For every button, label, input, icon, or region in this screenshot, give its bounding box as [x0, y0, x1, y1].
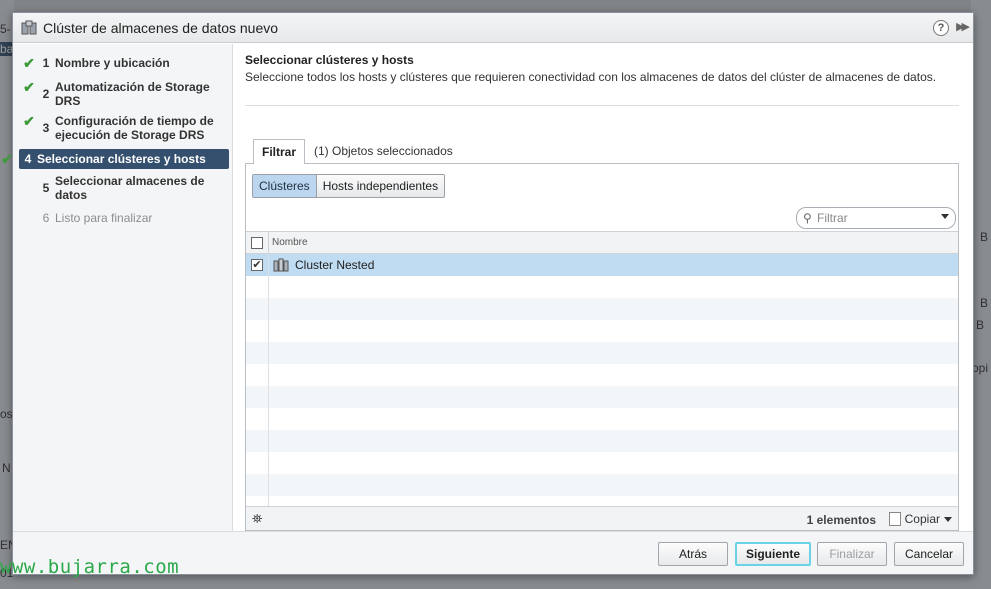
table-row-empty: [246, 276, 958, 298]
wizard-content: Seleccionar clústeres y hosts Seleccione…: [243, 44, 971, 531]
binoculars-icon[interactable]: ⛯: [252, 511, 262, 527]
copy-label: Copiar: [904, 512, 940, 526]
objects-grid: Nombre ✔ Cluster Nested: [246, 231, 958, 506]
select-all-checkbox[interactable]: [251, 236, 263, 249]
table-row-empty: [246, 496, 958, 506]
document-icon: [888, 512, 901, 526]
help-icon[interactable]: ?: [933, 20, 949, 36]
page-description: Seleccione todos los hosts y clústeres q…: [245, 70, 937, 84]
grid-header: Nombre: [246, 232, 958, 254]
tab-filter[interactable]: Filtrar: [253, 139, 306, 164]
search-icon: ⚲: [803, 211, 812, 225]
back-button[interactable]: Atrás: [658, 542, 728, 566]
item-count: 1 elementos: [806, 513, 876, 527]
step-number: 1: [42, 56, 50, 70]
tab-selected-objects[interactable]: (1) Objetos seleccionados: [314, 144, 453, 158]
dialog-titlebar: Clúster de almacenes de datos nuevo ? ▶▶: [13, 13, 973, 43]
table-row-empty: [246, 452, 958, 474]
table-row-empty: [246, 430, 958, 452]
step-number: 6: [42, 211, 50, 225]
checkmark-icon: ✔: [23, 113, 35, 129]
step-label: Automatización de Storage DRS: [55, 80, 210, 108]
step-label: Nombre y ubicación: [55, 56, 170, 70]
table-row-empty: [246, 298, 958, 320]
cluster-icon: [273, 258, 289, 272]
page-title: Seleccionar clústeres y hosts: [245, 53, 414, 67]
finish-button[interactable]: Finalizar: [817, 542, 887, 566]
divider: [245, 105, 959, 106]
filter-placeholder: Filtrar: [817, 211, 848, 225]
step-select-clusters-hosts[interactable]: ✔ 4 Seleccionar clústeres y hosts: [1, 149, 229, 169]
step-name-location[interactable]: ✔ 1 Nombre y ubicación: [19, 56, 229, 70]
step-storage-drs-runtime[interactable]: ✔ 3 Configuración de tiempo de ejecución…: [19, 114, 229, 142]
checkmark-icon: ✔: [23, 55, 35, 71]
table-row-empty: [246, 342, 958, 364]
table-row-empty: [246, 474, 958, 496]
grid-body: ✔ Cluster Nested: [246, 254, 958, 506]
step-label: Configuración de tiempo de ejecución de …: [55, 114, 214, 142]
cluster-name: Cluster Nested: [295, 258, 375, 272]
step-number: 2: [42, 87, 50, 101]
copy-button[interactable]: Copiar: [888, 512, 952, 526]
checkmark-icon: ✔: [23, 79, 35, 95]
step-number: 3: [42, 121, 50, 135]
step-select-datastores[interactable]: 5 Seleccionar almacenes de datos: [19, 174, 229, 202]
table-row-empty: [246, 408, 958, 430]
object-type-toggle: Clústeres Hosts independientes: [252, 174, 446, 198]
chevron-down-icon: [944, 516, 952, 522]
step-number: 4: [24, 152, 32, 166]
next-button[interactable]: Siguiente: [735, 542, 811, 566]
standalone-hosts-toggle-button[interactable]: Hosts independientes: [316, 175, 445, 197]
new-datastore-cluster-dialog: Clúster de almacenes de datos nuevo ? ▶▶…: [1, 12, 974, 575]
dialog-title: Clúster de almacenes de datos nuevo: [43, 19, 279, 36]
wizard-steps: ✔ 1 Nombre y ubicación ✔ 2 Automatizació…: [1, 44, 233, 531]
watermark: www.bujarra.com: [0, 556, 180, 578]
datastore-cluster-icon: [21, 20, 37, 34]
table-row-empty: [246, 386, 958, 408]
table-row[interactable]: ✔ Cluster Nested: [246, 254, 958, 276]
expand-icon[interactable]: ▶▶: [956, 20, 970, 33]
clusters-toggle-button[interactable]: Clústeres: [253, 175, 317, 197]
table-row-empty: [246, 320, 958, 342]
grid-footer: ⛯ 1 elementos Copiar: [246, 506, 958, 530]
step-number: 5: [42, 181, 50, 195]
table-row-empty: [246, 364, 958, 386]
chevron-down-icon[interactable]: [941, 214, 949, 219]
step-storage-drs-automation[interactable]: ✔ 2 Automatización de Storage DRS: [19, 80, 229, 108]
object-selection-panel: Clústeres Hosts independientes ⚲ Filtrar…: [245, 163, 959, 531]
row-checkbox[interactable]: ✔: [251, 259, 263, 271]
filter-input[interactable]: ⚲ Filtrar: [796, 207, 956, 229]
cancel-button[interactable]: Cancelar: [894, 542, 964, 566]
step-label: Seleccionar clústeres y hosts: [37, 152, 206, 166]
step-label: Seleccionar almacenes de datos: [55, 174, 205, 202]
step-label: Listo para finalizar: [55, 211, 153, 225]
step-ready-to-finish: 6 Listo para finalizar: [19, 211, 229, 225]
column-header-name[interactable]: Nombre: [269, 237, 308, 248]
checkmark-icon: ✔: [1, 151, 13, 167]
